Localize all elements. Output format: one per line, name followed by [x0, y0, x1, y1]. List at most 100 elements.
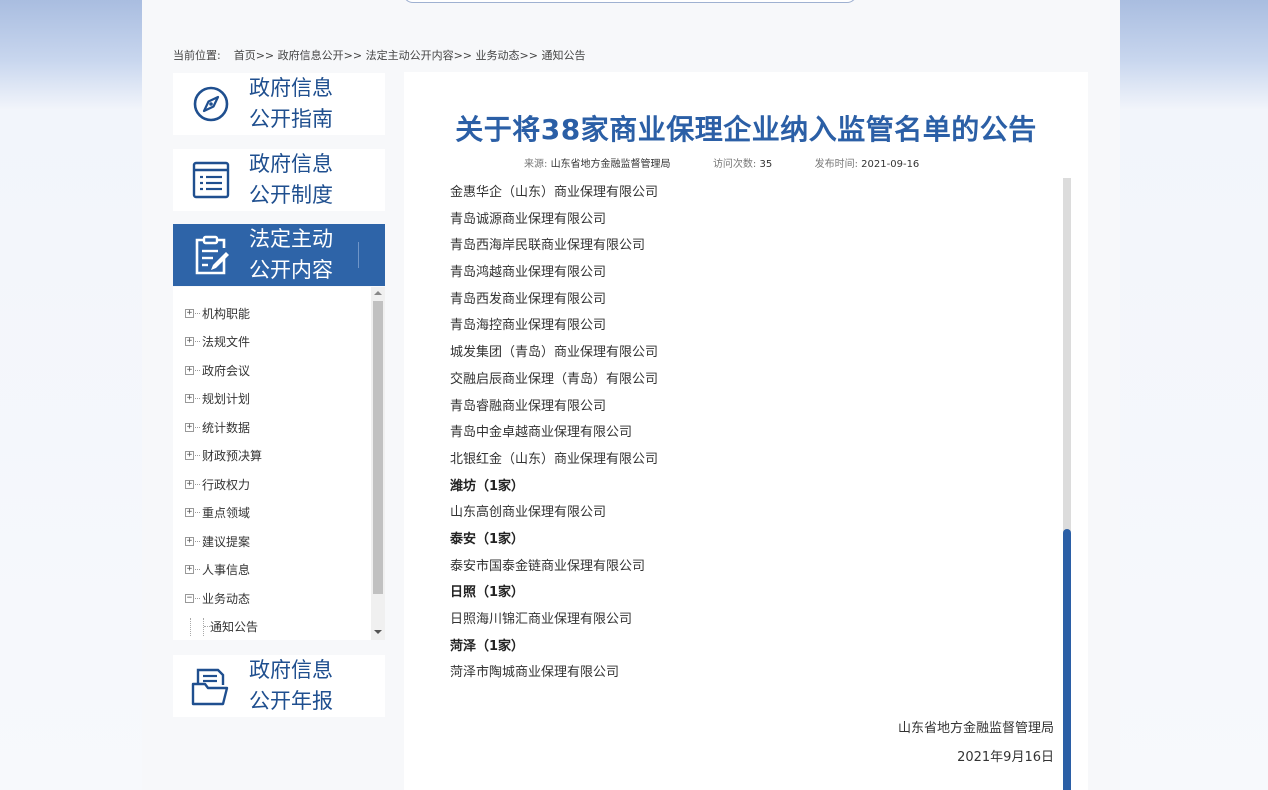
signature-org: 山东省地方金融监督管理局: [897, 721, 1054, 736]
tree-item-label: 业务动态: [202, 591, 251, 606]
source-value: 山东省地方金融监督管理局: [550, 159, 671, 170]
expand-icon[interactable]: +: [185, 565, 194, 574]
tree-item-label: 政府会议: [202, 363, 251, 378]
tree-scrollbar[interactable]: [371, 287, 385, 640]
company-line: 交融启辰商业保理（青岛）有限公司: [450, 371, 659, 387]
tree-item-meetings[interactable]: + 政府会议: [185, 361, 250, 379]
collapse-icon[interactable]: −: [185, 593, 194, 603]
expand-icon[interactable]: +: [185, 422, 194, 432]
search-bar[interactable]: [403, 0, 857, 3]
region-heading: 日照（1家）: [450, 585, 525, 601]
tree-item-label: 重点领域: [202, 506, 251, 520]
tree-item-label: 人事信息: [202, 563, 251, 577]
date-label: 发布时间:: [814, 159, 858, 170]
expand-icon[interactable]: +: [185, 508, 194, 517]
nav-annual-line2: 公开年报: [249, 689, 333, 713]
page-background-left: [0, 0, 142, 790]
tree-item-notices[interactable]: 通知公告: [190, 617, 259, 636]
article-signature: 山东省地方金融监督管理局 2021年9月16日: [898, 714, 1054, 772]
company-line: 山东高创商业保理有限公司: [450, 505, 607, 521]
article-meta: 来源: 山东省地方金融监督管理局 访问次数: 35 发布时间: 2021-09-…: [524, 155, 919, 170]
visits-value: 35: [759, 159, 773, 170]
company-line: 青岛西发商业保理有限公司: [450, 291, 607, 307]
company-line: 菏泽市陶城商业保理有限公司: [450, 665, 620, 681]
tree-item-proposals[interactable]: + 建议提案: [185, 532, 250, 550]
tree-item-label: 通知公告: [210, 620, 259, 634]
tree-item-statistics[interactable]: + 统计数据: [185, 418, 250, 436]
page-container: 当前位置: 首页>> 政府信息公开>> 法定主动公开内容>> 业务动态>> 通知…: [142, 0, 1120, 790]
nav-guide-line2: 公开指南: [249, 107, 333, 131]
article-title: 关于将38家商业保理企业纳入监管名单的公告: [455, 113, 1037, 146]
tree-item-key-areas[interactable]: + 重点领域: [185, 504, 250, 522]
company-line: 青岛鸿越商业保理有限公司: [450, 265, 607, 281]
company-line: 城发集团（青岛）商业保理有限公司: [450, 345, 659, 361]
tree-item-label: 机构职能: [202, 306, 251, 321]
expand-icon[interactable]: +: [185, 451, 194, 460]
nav-system-line2: 公开制度: [249, 183, 333, 207]
breadcrumb: 当前位置: 首页>> 政府信息公开>> 法定主动公开内容>> 业务动态>> 通知…: [173, 47, 585, 63]
tree-item-label: 财政预决算: [202, 449, 263, 463]
scroll-up-icon[interactable]: [374, 291, 382, 295]
expand-icon[interactable]: +: [185, 394, 194, 403]
visits-label: 访问次数:: [712, 159, 757, 170]
list-document-icon: [173, 149, 249, 211]
page-background-right: [1120, 0, 1268, 790]
tree-item-label: 法规文件: [202, 335, 251, 349]
nav-guide[interactable]: 政府信息 公开指南: [173, 73, 385, 135]
source-label: 来源:: [524, 159, 548, 170]
tree-item-budget[interactable]: + 财政预决算: [185, 447, 262, 465]
breadcrumb-notices[interactable]: 通知公告: [541, 49, 585, 62]
region-heading: 潍坊（1家）: [450, 478, 525, 494]
tree-item-personnel[interactable]: + 人事信息: [185, 561, 250, 579]
region-heading: 泰安（1家）: [450, 531, 525, 547]
nav-statutory-content[interactable]: 法定主动 公开内容: [173, 224, 385, 286]
tree-item-label: 统计数据: [202, 420, 251, 435]
nav-statutory-line2: 公开内容: [249, 258, 333, 282]
breadcrumb-home[interactable]: 首页>>: [234, 49, 274, 62]
signature-date: 2021年9月16日: [957, 750, 1054, 765]
nav-annual-report[interactable]: 政府信息 公开年报: [173, 655, 385, 717]
expand-icon[interactable]: +: [185, 536, 194, 546]
scroll-down-icon[interactable]: [374, 630, 382, 634]
nav-system[interactable]: 政府信息 公开制度: [173, 149, 385, 211]
region-heading: 菏泽（1家）: [450, 638, 525, 654]
expand-icon[interactable]: +: [185, 365, 194, 375]
compass-icon: [173, 73, 249, 135]
tree-item-label: 规划计划: [202, 392, 251, 406]
nav-system-line1: 政府信息: [249, 152, 333, 176]
company-line: 青岛睿融商业保理有限公司: [450, 398, 607, 414]
company-line: 青岛海控商业保理有限公司: [450, 318, 607, 334]
breadcrumb-statutory[interactable]: 法定主动公开内容>>: [366, 49, 472, 62]
expand-icon[interactable]: +: [185, 308, 194, 318]
company-line: 青岛中金卓越商业保理有限公司: [450, 425, 633, 441]
report-folder-icon: [173, 655, 249, 717]
nav-guide-line1: 政府信息: [249, 76, 333, 100]
breadcrumb-business[interactable]: 业务动态>>: [476, 49, 538, 62]
tree-item-plans[interactable]: + 规划计划: [185, 390, 250, 408]
tree-item-admin-power[interactable]: + 行政权力: [185, 475, 250, 493]
tree-scroll-thumb[interactable]: [373, 301, 383, 594]
tree-item-label: 建议提案: [202, 534, 251, 549]
expand-icon[interactable]: +: [185, 337, 194, 346]
breadcrumb-gov-info[interactable]: 政府信息公开>>: [278, 49, 362, 62]
tree-item-business[interactable]: − 业务动态: [185, 589, 250, 607]
nav-annual-line1: 政府信息: [249, 658, 333, 682]
clipboard-edit-icon: [173, 224, 249, 286]
article-panel: 关于将38家商业保理企业纳入监管名单的公告 来源: 山东省地方金融监督管理局 访…: [404, 72, 1088, 790]
company-line: 泰安市国泰金链商业保理有限公司: [450, 558, 646, 574]
expand-icon[interactable]: +: [185, 479, 194, 489]
company-line: 日照海川锦汇商业保理有限公司: [450, 612, 633, 627]
company-line: 北银红金（山东）商业保理有限公司: [450, 451, 659, 467]
company-line: 青岛西海岸民联商业保理有限公司: [450, 238, 646, 254]
company-line: 金惠华企（山东）商业保理有限公司: [450, 185, 659, 200]
tree-item-label: 行政权力: [202, 477, 251, 492]
tree-item-regulations[interactable]: + 法规文件: [185, 333, 250, 351]
article-scroll-thumb[interactable]: [1063, 529, 1071, 790]
nav-statutory-line1: 法定主动: [249, 227, 333, 251]
date-value: 2021-09-16: [861, 159, 920, 170]
article-body: 金惠华企（山东）商业保理有限公司 青岛诚源商业保理有限公司 青岛西海岸民联商业保…: [450, 180, 1050, 687]
breadcrumb-prefix: 当前位置:: [173, 49, 221, 62]
company-line: 青岛诚源商业保理有限公司: [450, 211, 607, 227]
tree-item-functions[interactable]: + 机构职能: [185, 304, 250, 322]
category-tree: + 机构职能 + 法规文件 + 政府会议 + 规划计划 + 统计数据 + 财政预…: [173, 287, 385, 640]
